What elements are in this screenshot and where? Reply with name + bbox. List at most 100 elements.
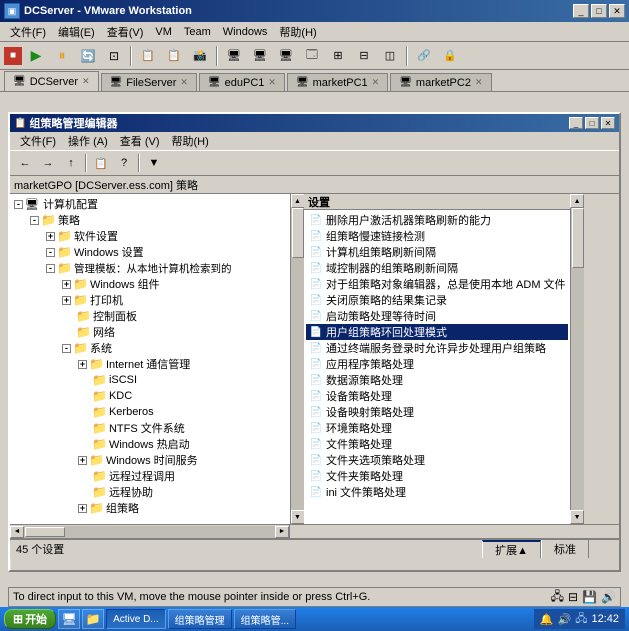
tree-item-rpc[interactable]: 📁 远程过程调用 [12, 468, 286, 484]
settings-item-3[interactable]: 📄 域控制器的组策略刷新间隔 [306, 260, 568, 276]
expand-win-time[interactable]: + [78, 456, 87, 465]
taskbar-show-desktop[interactable]: 🖥 [58, 609, 80, 629]
expand-internet-comm[interactable]: + [78, 360, 87, 369]
vm-tab-marketpc2[interactable]: 🖥 marketPC2 ✕ [390, 73, 491, 91]
toolbar-btn-3[interactable]: ⏸ [50, 45, 74, 67]
tree-hscroll-thumb[interactable] [25, 527, 65, 537]
vm-tab-close-dcserver[interactable]: ✕ [82, 76, 90, 87]
gpe-menu-action[interactable]: 操作 (A) [62, 132, 114, 150]
settings-item-8[interactable]: 📄 通过终端服务登录时允许异步处理用户组策略 [306, 340, 568, 356]
settings-item-1[interactable]: 📄 组策略慢速链接检测 [306, 228, 568, 244]
tree-scroll-track[interactable] [291, 208, 304, 510]
tree-item-policy[interactable]: - 📁 策略 [12, 212, 286, 228]
menu-vm[interactable]: VM [149, 23, 178, 41]
tree-item-network[interactable]: 📁 网络 [12, 324, 286, 340]
vm-tab-dcserver[interactable]: 🖥 DCServer ✕ [4, 71, 99, 91]
menu-windows[interactable]: Windows [217, 23, 274, 41]
toolbar-btn-17[interactable]: 🔒 [438, 45, 462, 67]
settings-scroll-down[interactable]: ▼ [570, 510, 584, 524]
tree-item-remote-assist[interactable]: 📁 远程协助 [12, 484, 286, 500]
toolbar-btn-8[interactable]: 📸 [188, 45, 212, 67]
settings-item-12[interactable]: 📄 设备映射策略处理 [306, 404, 568, 420]
toolbar-btn-14[interactable]: ⊟ [352, 45, 376, 67]
start-button[interactable]: ⊞ 开始 [4, 609, 56, 629]
tree-item-printers[interactable]: + 📁 打印机 [12, 292, 286, 308]
settings-item-10[interactable]: 📄 数据源策略处理 [306, 372, 568, 388]
taskbar-active-d[interactable]: Active D... [106, 609, 166, 629]
settings-item-13[interactable]: 📄 环境策略处理 [306, 420, 568, 436]
toolbar-btn-16[interactable]: 🔗 [412, 45, 436, 67]
gpe-filter-btn[interactable]: ▼ [143, 153, 165, 173]
vm-tab-marketpc1[interactable]: 🖥 marketPC1 ✕ [287, 73, 388, 91]
tree-item-kdc[interactable]: 📁 KDC [12, 388, 286, 404]
toolbar-btn-9[interactable]: 🖥 [222, 45, 246, 67]
tree-item-windows-settings[interactable]: - 📁 Windows 设置 [12, 244, 286, 260]
settings-item-5[interactable]: 📄 关闭原策略的结果集记录 [306, 292, 568, 308]
gpe-menu-file[interactable]: 文件(F) [14, 132, 62, 150]
vm-tab-close-marketpc2[interactable]: ✕ [475, 77, 483, 88]
settings-item-15[interactable]: 📄 文件夹选项策略处理 [306, 452, 568, 468]
taskbar-gp-mgmt2[interactable]: 组策略管... [234, 609, 296, 629]
gpe-close-btn[interactable]: ✕ [601, 117, 615, 129]
toolbar-btn-15[interactable]: ◫ [378, 45, 402, 67]
tree-item-internet-comm[interactable]: + 📁 Internet 通信管理 [12, 356, 286, 372]
toolbar-btn-13[interactable]: ⊞ [326, 45, 350, 67]
settings-item-7[interactable]: 📄 用户组策略环回处理模式 [306, 324, 568, 340]
gpe-tree-scroll[interactable]: - 🖥 计算机配置 - 📁 策略 + � [10, 194, 288, 524]
tree-item-win-hot-start[interactable]: 📁 Windows 热启动 [12, 436, 286, 452]
expand-windows-settings[interactable]: - [46, 248, 55, 257]
gpe-back-btn[interactable]: ← [14, 153, 36, 173]
tree-item-win-time[interactable]: + 📁 Windows 时间服务 [12, 452, 286, 468]
gpe-minimize-btn[interactable]: _ [569, 117, 583, 129]
settings-item-16[interactable]: 📄 文件夹策略处理 [306, 468, 568, 484]
tree-item-iscsi[interactable]: 📁 iSCSI [12, 372, 286, 388]
toolbar-btn-5[interactable]: ⊡ [102, 45, 126, 67]
tree-scrollbar[interactable]: ▲ ▼ [290, 194, 304, 524]
gpe-forward-btn[interactable]: → [37, 153, 59, 173]
gpe-menu-help[interactable]: 帮助(H) [166, 132, 215, 150]
toolbar-btn-6[interactable]: 📋 [136, 45, 160, 67]
tree-item-system[interactable]: - 📁 系统 [12, 340, 286, 356]
tree-item-kerberos[interactable]: 📁 Kerberos [12, 404, 286, 420]
settings-item-11[interactable]: 📄 设备策略处理 [306, 388, 568, 404]
toolbar-btn-1[interactable]: ■ [4, 47, 22, 65]
tree-item-control-panel[interactable]: 📁 控制面板 [12, 308, 286, 324]
expand-software[interactable]: + [46, 232, 55, 241]
close-button[interactable]: ✕ [609, 4, 625, 18]
toolbar-btn-4[interactable]: 🔄 [76, 45, 100, 67]
gpe-up-btn[interactable]: ↑ [60, 153, 82, 173]
expand-group-policy[interactable]: + [78, 504, 87, 513]
tree-item-ntfs[interactable]: 📁 NTFS 文件系统 [12, 420, 286, 436]
status-tab-standard[interactable]: 标准 [541, 540, 589, 558]
settings-item-9[interactable]: 📄 应用程序策略处理 [306, 356, 568, 372]
tree-scroll-thumb[interactable] [292, 208, 304, 258]
tree-hscroll-right[interactable]: ► [275, 526, 289, 538]
minimize-button[interactable]: _ [573, 4, 589, 18]
toolbar-btn-2[interactable]: ▶ [24, 45, 48, 67]
tree-hscroll-left[interactable]: ◄ [10, 526, 24, 538]
expand-system[interactable]: - [62, 344, 71, 353]
expand-printers[interactable]: + [62, 296, 71, 305]
settings-item-4[interactable]: 📄 对于组策略对象编辑器，总是使用本地 ADM 文件 [306, 276, 568, 292]
menu-team[interactable]: Team [178, 23, 217, 41]
vm-tab-close-marketpc1[interactable]: ✕ [372, 77, 380, 88]
taskbar-gp-mgmt[interactable]: 组策略管理 [168, 609, 232, 629]
settings-item-2[interactable]: 📄 计算机组策略刷新间隔 [306, 244, 568, 260]
tree-hscroll-track[interactable] [24, 526, 275, 538]
expand-windows-components[interactable]: + [62, 280, 71, 289]
menu-help[interactable]: 帮助(H) [273, 23, 322, 41]
taskbar-icon-btn[interactable]: 📁 [82, 609, 104, 629]
expand-admin-templates[interactable]: - [46, 264, 55, 273]
settings-item-14[interactable]: 📄 文件策略处理 [306, 436, 568, 452]
toolbar-btn-12[interactable]: 🗔 [300, 45, 324, 67]
settings-item-6[interactable]: 📄 启动策略处理等待时间 [306, 308, 568, 324]
gpe-restore-btn[interactable]: □ [585, 117, 599, 129]
vm-tab-close-edupc1[interactable]: ✕ [268, 77, 276, 88]
settings-scroll-track[interactable] [571, 208, 584, 510]
settings-item-0[interactable]: 📄 删除用户激活机器策略刷新的能力 [306, 212, 568, 228]
tree-item-group-policy[interactable]: + 📁 组策略 [12, 500, 286, 516]
menu-file[interactable]: 文件(F) [4, 23, 52, 41]
tree-scroll-down[interactable]: ▼ [291, 510, 305, 524]
toolbar-btn-11[interactable]: 🖥 [274, 45, 298, 67]
tree-scroll-up[interactable]: ▲ [291, 194, 305, 208]
